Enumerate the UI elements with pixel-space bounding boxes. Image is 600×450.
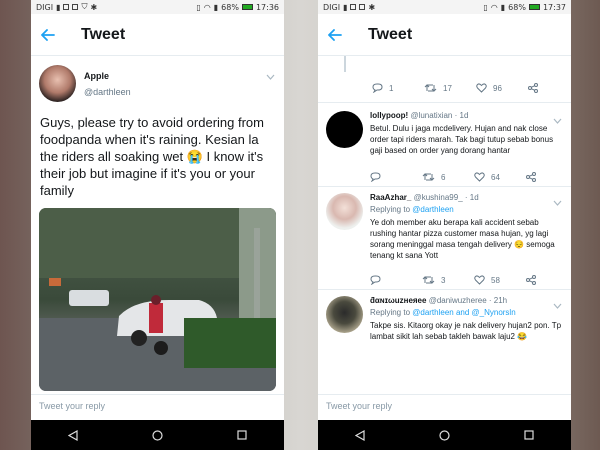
battery-icon — [528, 4, 540, 10]
like-count: 58 — [491, 275, 500, 285]
shield-icon: ⛉ — [81, 2, 88, 11]
retweet-action[interactable]: 3 — [422, 275, 474, 285]
like-count: 96 — [493, 83, 502, 93]
chevron-down-icon[interactable] — [266, 67, 275, 85]
reply-actions: 6 64 — [370, 156, 563, 186]
recents-nav-icon[interactable] — [235, 428, 249, 442]
page-title: Tweet — [368, 25, 413, 43]
vibrate-icon: ▯ — [483, 2, 488, 12]
share-icon[interactable] — [526, 172, 536, 182]
avatar[interactable] — [39, 65, 76, 102]
reply-tweet[interactable]: ƌαɴɪωuzнeяee @daniwuzheree · 21h Replyin… — [318, 290, 571, 342]
settings-icon: ✱ — [90, 2, 98, 12]
mail-icon — [72, 4, 79, 10]
reply-author-handle[interactable]: @daniwuzheree — [429, 296, 487, 305]
mention-link[interactable]: @darthleen — [412, 205, 453, 214]
retweet-count: 3 — [441, 275, 446, 285]
battery-percent: 68% — [221, 2, 239, 12]
retweet-action[interactable]: 6 — [422, 172, 474, 182]
clock: 17:36 — [255, 2, 279, 12]
carrier-label: DIGI — [323, 2, 341, 12]
app-bar: Tweet — [318, 14, 571, 56]
reply-action[interactable] — [370, 275, 422, 285]
reply-input[interactable]: Tweet your reply — [318, 394, 571, 420]
replying-to: Replying to @darthleen and @_Nynorsln — [370, 308, 516, 317]
like-action[interactable]: 96 — [476, 83, 528, 93]
signal-icon: ▮ — [213, 2, 219, 12]
reply-tweet[interactable]: lollypoop! @lunatixian · 1d Betul. Dulu … — [318, 103, 571, 186]
settings-icon: ✱ — [368, 2, 376, 12]
avatar[interactable] — [326, 111, 363, 148]
like-action[interactable]: 58 — [474, 275, 526, 285]
reply-author-name[interactable]: lollypoop! — [370, 111, 408, 120]
retweet-action[interactable]: 17 — [424, 83, 476, 93]
tweet-author: Apple @darthleen — [31, 56, 284, 102]
home-nav-icon[interactable] — [437, 428, 451, 442]
reply-text: Ye doh member aku berapa kali accident s… — [370, 218, 555, 260]
reply-count: 1 — [389, 83, 394, 93]
reply-text: Takpe sis. Kitaorg okay je nak delivery … — [370, 321, 562, 341]
signal-icon: ▮ — [56, 2, 61, 12]
tweet-text: Guys, please try to avoid ordering from … — [40, 115, 264, 198]
back-nav-icon[interactable] — [353, 428, 367, 442]
reply-time: · 21h — [488, 296, 508, 305]
reply-author-handle[interactable]: @lunatixian — [410, 111, 452, 120]
replying-to: Replying to @darthleen — [370, 205, 454, 214]
retweet-count: 6 — [441, 172, 446, 182]
author-name[interactable]: Apple — [84, 71, 131, 81]
back-arrow-icon[interactable] — [41, 24, 63, 46]
chevron-down-icon[interactable] — [553, 296, 562, 314]
page-title: Tweet — [81, 25, 126, 43]
recents-nav-icon[interactable] — [522, 428, 536, 442]
chevron-down-icon[interactable] — [553, 111, 562, 129]
gallery-icon — [63, 4, 70, 10]
battery-percent: 68% — [508, 2, 526, 12]
gallery-icon — [350, 4, 357, 10]
clock: 17:37 — [542, 2, 566, 12]
share-icon[interactable] — [528, 83, 538, 93]
phone-screen-right: DIGI ▮ ✱ ▯ ◠ ▮ 68% 17:37 Tweet 1 17 96 l… — [318, 0, 571, 450]
chevron-down-icon[interactable] — [553, 193, 562, 211]
android-nav-bar — [31, 420, 284, 450]
reply-action[interactable] — [370, 172, 422, 182]
back-arrow-icon[interactable] — [328, 24, 350, 46]
reply-input[interactable]: Tweet your reply — [31, 394, 284, 420]
reply-author-handle[interactable]: @kushina99_ — [414, 193, 463, 202]
mail-icon — [359, 4, 366, 10]
battery-icon — [241, 4, 253, 10]
app-bar: Tweet — [31, 14, 284, 56]
reply-time: · 1d — [454, 111, 469, 120]
phone-screen-left: DIGI ▮ ⛉ ✱ ▯ ◠ ▮ 68% 17:36 Tweet Apple @… — [31, 0, 284, 450]
vibrate-icon: ▯ — [196, 2, 201, 12]
reply-text: Betul. Dulu i jaga mcdelivery. Hujan and… — [370, 124, 554, 155]
thread-line — [344, 56, 346, 72]
avatar[interactable] — [326, 193, 363, 230]
wifi-icon: ◠ — [490, 2, 498, 12]
status-bar: DIGI ▮ ⛉ ✱ ▯ ◠ ▮ 68% 17:36 — [31, 0, 284, 14]
carrier-label: DIGI — [36, 2, 54, 12]
reply-actions: 3 58 — [370, 261, 563, 289]
like-action[interactable]: 64 — [474, 172, 526, 182]
share-icon[interactable] — [526, 275, 536, 285]
mention-link[interactable]: @darthleen and @_Nynorsln — [412, 308, 515, 317]
android-nav-bar — [318, 420, 571, 450]
status-bar: DIGI ▮ ✱ ▯ ◠ ▮ 68% 17:37 — [318, 0, 571, 14]
reply-author-name[interactable]: ƌαɴɪωuzнeяee — [370, 296, 426, 305]
reply-action[interactable]: 1 — [372, 83, 424, 93]
author-handle[interactable]: @darthleen — [84, 87, 131, 97]
signal-icon: ▮ — [343, 2, 348, 12]
parent-actions: 1 17 96 — [318, 56, 571, 102]
signal-icon: ▮ — [500, 2, 506, 12]
reply-tweet[interactable]: RaaAzhar_ @kushina99_ · 1d Replying to @… — [318, 187, 571, 289]
like-count: 64 — [491, 172, 500, 182]
retweet-count: 17 — [443, 83, 452, 93]
reply-time: · 1d — [464, 193, 479, 202]
reply-author-name[interactable]: RaaAzhar_ — [370, 193, 411, 202]
back-nav-icon[interactable] — [66, 428, 80, 442]
tweet-photo[interactable] — [39, 208, 276, 391]
home-nav-icon[interactable] — [150, 428, 164, 442]
avatar[interactable] — [326, 296, 363, 333]
wifi-icon: ◠ — [203, 2, 211, 12]
